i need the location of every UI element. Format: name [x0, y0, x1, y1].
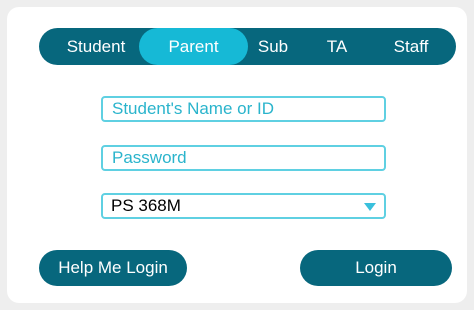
caret-down-icon: [364, 203, 376, 211]
help-me-login-button[interactable]: Help Me Login: [39, 250, 187, 286]
tab-ta[interactable]: TA: [311, 28, 363, 65]
school-select[interactable]: PS 368M: [101, 193, 386, 219]
school-select-value: PS 368M: [111, 196, 181, 215]
role-selector: Student Parent Sub TA Staff: [39, 28, 456, 65]
password-input[interactable]: [101, 145, 386, 171]
username-input[interactable]: [101, 96, 386, 122]
login-button[interactable]: Login: [300, 250, 452, 286]
tab-student[interactable]: Student: [51, 28, 141, 65]
tab-sub[interactable]: Sub: [247, 28, 299, 65]
tab-parent[interactable]: Parent: [139, 28, 248, 65]
login-card: Student Parent Sub TA Staff PS 368M Help…: [7, 7, 467, 303]
tab-staff[interactable]: Staff: [375, 28, 447, 65]
